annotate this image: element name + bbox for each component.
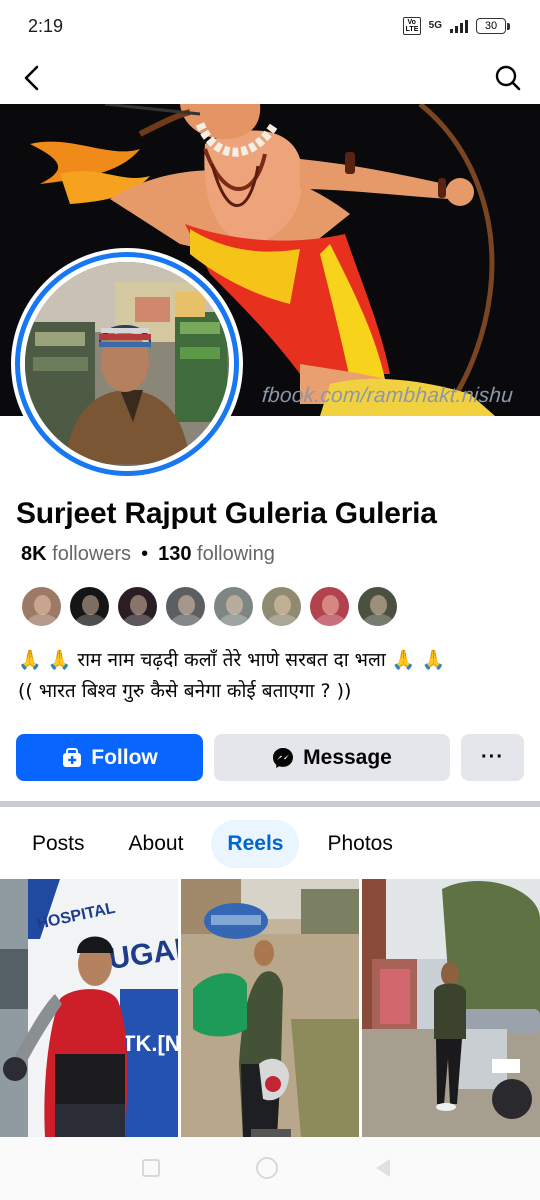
message-label: Message <box>303 745 392 769</box>
avatar-story-ring <box>15 252 239 476</box>
network-type: 5G <box>428 20 442 31</box>
battery-icon: 30 <box>476 18 510 34</box>
profile-avatar[interactable] <box>11 248 243 480</box>
friend-avatar-body <box>267 614 298 626</box>
chevron-left-icon <box>24 65 39 91</box>
friend-avatar-face <box>130 595 147 615</box>
tab-photos[interactable]: Photos <box>311 820 408 868</box>
mutual-friends-row <box>20 585 404 628</box>
friend-avatar[interactable] <box>212 585 255 628</box>
friend-avatar-body <box>363 614 394 626</box>
more-options-button[interactable]: ··· <box>461 734 524 781</box>
home-icon[interactable] <box>256 1157 278 1179</box>
recents-icon[interactable] <box>142 1159 160 1177</box>
profile-tabs: Posts About Reels Photos <box>16 820 409 868</box>
friend-avatar[interactable] <box>20 585 63 628</box>
back-nav-icon[interactable] <box>376 1159 390 1177</box>
reel-thumbnail-1[interactable]: HOSPITAL UGAR TK.[N <box>0 879 178 1137</box>
add-friend-icon <box>63 747 82 767</box>
friend-avatar-body <box>27 614 58 626</box>
back-button[interactable] <box>14 60 50 96</box>
section-divider <box>0 801 540 807</box>
friend-avatar[interactable] <box>356 585 399 628</box>
status-bar: 2:19 Vo LTE 5G 30 <box>0 0 540 52</box>
friend-avatar-face <box>322 595 339 615</box>
friend-avatar-body <box>75 614 106 626</box>
search-icon <box>495 65 521 91</box>
profile-name: Surjeet Rajput Guleria Guleria <box>16 497 437 530</box>
friend-avatar-body <box>171 614 202 626</box>
friend-avatar-face <box>82 595 99 615</box>
following-link[interactable]: 130 following <box>158 543 275 565</box>
tab-about[interactable]: About <box>113 820 200 868</box>
followers-count: 8K <box>21 543 47 565</box>
reel-thumbnail-3[interactable] <box>362 879 540 1137</box>
friend-avatar-face <box>34 595 51 615</box>
friend-avatar[interactable] <box>68 585 111 628</box>
friend-avatar-body <box>219 614 250 626</box>
messenger-icon <box>273 747 294 768</box>
battery-level: 30 <box>476 18 506 34</box>
message-button[interactable]: Message <box>214 734 450 781</box>
friend-avatar[interactable] <box>308 585 351 628</box>
signal-icon <box>450 19 468 33</box>
friend-avatar-body <box>315 614 346 626</box>
reel-thumbnail-2[interactable] <box>181 879 359 1137</box>
profile-bio: 🙏 🙏 राम नाम चढ़दी कलाँ तेरे भाणे सरबत दा… <box>18 645 528 707</box>
volte-icon: Vo LTE <box>402 17 421 35</box>
bio-line-1: 🙏 🙏 राम नाम चढ़दी कलाँ तेरे भाणे सरबत दा… <box>18 649 446 671</box>
friend-avatar-face <box>178 595 195 615</box>
tab-reels[interactable]: Reels <box>211 820 300 868</box>
followers-label: followers <box>52 543 132 565</box>
bio-line-2: (( भारत बिश्व गुरु कैसे बनेगा कोई बताएगा… <box>18 680 352 702</box>
tab-posts[interactable]: Posts <box>16 820 101 868</box>
friend-avatar-face <box>370 595 387 615</box>
followers-link[interactable]: 8K followers <box>21 543 131 565</box>
following-count: 130 <box>158 543 192 565</box>
friend-avatar[interactable] <box>164 585 207 628</box>
top-nav <box>0 52 540 104</box>
more-icon: ··· <box>481 746 504 768</box>
stats-separator: • <box>141 543 149 565</box>
search-button[interactable] <box>490 60 526 96</box>
follow-label: Follow <box>91 745 158 769</box>
reel1-sign-tk: TK.[N <box>122 1031 178 1056</box>
reels-grid: HOSPITAL UGAR TK.[N <box>0 879 540 1137</box>
friend-avatar-body <box>123 614 154 626</box>
follow-button[interactable]: Follow <box>16 734 203 781</box>
system-nav-bar <box>0 1137 540 1200</box>
friend-avatar[interactable] <box>260 585 303 628</box>
following-label: following <box>197 543 275 565</box>
avatar-photo <box>25 262 229 466</box>
cover-watermark: fbook.com/rambhakt.nishu <box>261 384 514 407</box>
status-icons: Vo LTE 5G 30 <box>402 17 510 35</box>
friend-avatar-face <box>274 595 291 615</box>
friend-avatar[interactable] <box>116 585 159 628</box>
friend-avatar-face <box>226 595 243 615</box>
follow-stats: 8K followers • 130 following <box>21 543 275 566</box>
status-time: 2:19 <box>28 15 64 36</box>
